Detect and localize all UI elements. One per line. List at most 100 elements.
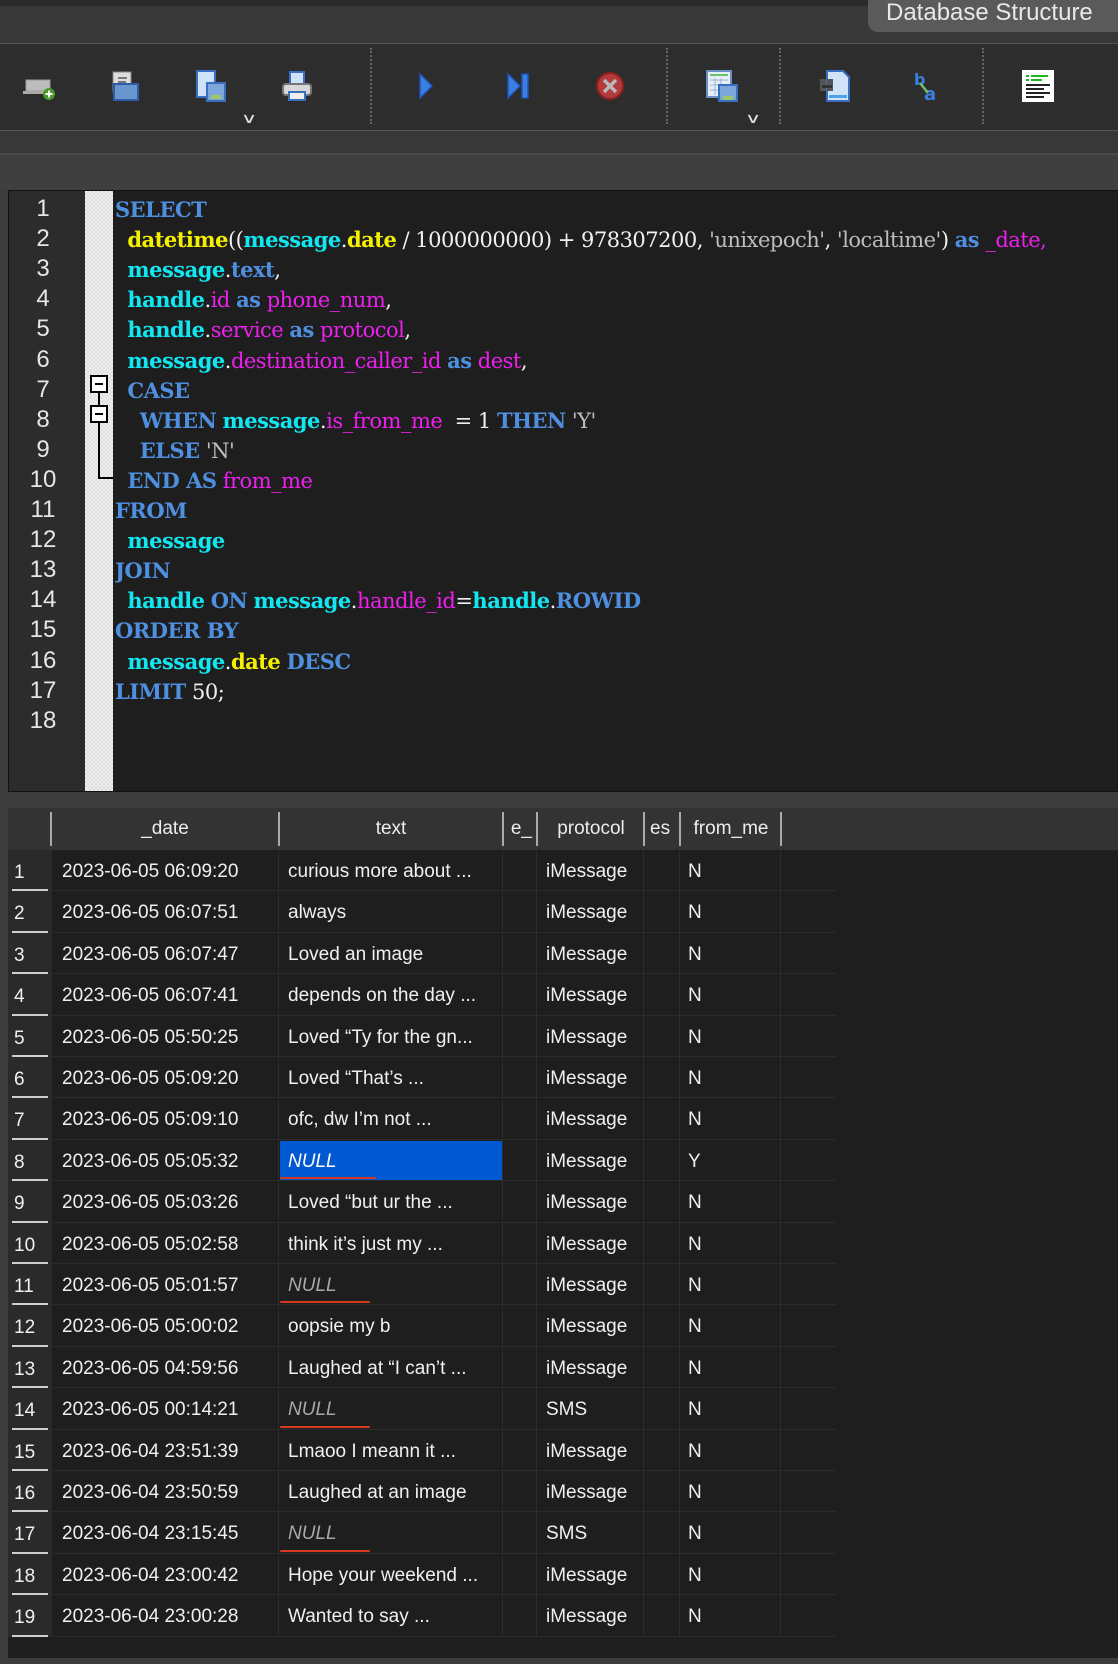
column-header-from-me[interactable]: from_me bbox=[681, 808, 781, 850]
cell-date[interactable]: 2023-06-05 05:01:57 bbox=[62, 1264, 274, 1305]
row-number[interactable]: 14 bbox=[8, 1388, 52, 1430]
comment-lines-button[interactable] bbox=[1020, 68, 1056, 104]
cell-date[interactable]: 2023-06-05 05:09:20 bbox=[62, 1057, 274, 1098]
cell-protocol[interactable]: iMessage bbox=[546, 933, 642, 974]
column-header-phone-num[interactable]: e_ bbox=[504, 808, 536, 850]
cell-from-me[interactable]: N bbox=[688, 1512, 778, 1553]
code-line[interactable]: WHEN message.is_from_me = 1 THEN 'Y' bbox=[115, 408, 597, 433]
cell-date[interactable]: 2023-06-04 23:50:59 bbox=[62, 1471, 274, 1512]
row-number[interactable]: 10 bbox=[8, 1222, 52, 1264]
cell-protocol[interactable]: iMessage bbox=[546, 1016, 642, 1057]
code-line[interactable]: ELSE 'N' bbox=[115, 438, 235, 463]
cell-protocol[interactable]: iMessage bbox=[546, 1057, 642, 1098]
cell-date[interactable]: 2023-06-05 05:50:25 bbox=[62, 1016, 274, 1057]
code-line[interactable]: CASE bbox=[115, 378, 190, 403]
row-number[interactable]: 16 bbox=[8, 1471, 52, 1513]
cell-from-me[interactable]: N bbox=[688, 1223, 778, 1264]
stop-execution-button[interactable] bbox=[592, 68, 628, 104]
execute-current-line-button[interactable] bbox=[501, 68, 537, 104]
open-sql-file-button[interactable] bbox=[107, 68, 143, 104]
cell-text[interactable]: always bbox=[288, 891, 500, 932]
cell-date[interactable]: 2023-06-05 05:09:10 bbox=[62, 1098, 274, 1139]
cell-date[interactable]: 2023-06-04 23:00:42 bbox=[62, 1554, 274, 1595]
save-results-dropdown-chevron-icon[interactable]: ∨ bbox=[745, 110, 761, 127]
cell-date[interactable]: 2023-06-05 06:07:47 bbox=[62, 933, 274, 974]
row-number[interactable]: 17 bbox=[8, 1512, 52, 1554]
cell-text[interactable]: Hope your weekend ... bbox=[288, 1554, 500, 1595]
code-line[interactable]: message.destination_caller_id as dest, bbox=[115, 348, 527, 373]
cell-date[interactable]: 2023-06-05 04:59:56 bbox=[62, 1347, 274, 1388]
cell-from-me[interactable]: N bbox=[688, 1347, 778, 1388]
cell-protocol[interactable]: iMessage bbox=[546, 1223, 642, 1264]
cell-text[interactable]: NULL bbox=[288, 1512, 500, 1553]
execute-all-button[interactable] bbox=[408, 68, 444, 104]
cell-protocol[interactable]: iMessage bbox=[546, 891, 642, 932]
cell-from-me[interactable]: N bbox=[688, 1181, 778, 1222]
row-number[interactable]: 4 bbox=[8, 974, 52, 1016]
cell-from-me[interactable]: N bbox=[688, 891, 778, 932]
code-line[interactable]: handle ON message.handle_id=handle.ROWID bbox=[115, 588, 641, 613]
row-number[interactable]: 13 bbox=[8, 1346, 52, 1389]
cell-protocol[interactable]: iMessage bbox=[546, 974, 642, 1015]
cell-from-me[interactable]: N bbox=[688, 974, 778, 1015]
cell-from-me[interactable]: N bbox=[688, 1595, 778, 1636]
cell-from-me[interactable]: N bbox=[688, 1016, 778, 1057]
fold-toggle-case[interactable] bbox=[90, 375, 108, 393]
row-number[interactable]: 5 bbox=[8, 1015, 52, 1057]
cell-text[interactable]: oopsie my b bbox=[288, 1305, 500, 1346]
cell-date[interactable]: 2023-06-05 06:07:41 bbox=[62, 974, 274, 1015]
cell-from-me[interactable]: N bbox=[688, 850, 778, 891]
cell-date[interactable]: 2023-06-04 23:51:39 bbox=[62, 1430, 274, 1471]
code-line[interactable]: SELECT bbox=[115, 197, 207, 222]
find-replace-button[interactable]: ba bbox=[910, 68, 946, 104]
cell-from-me[interactable]: N bbox=[688, 1057, 778, 1098]
code-line[interactable]: datetime((message.date / 1000000000) + 9… bbox=[115, 227, 1046, 252]
cell-text[interactable]: Loved “Ty for the gn... bbox=[288, 1016, 500, 1057]
column-header-dest[interactable]: es bbox=[645, 808, 679, 850]
cell-text[interactable]: Loved “That’s ... bbox=[288, 1057, 500, 1098]
code-area[interactable]: SELECT datetime((message.date / 10000000… bbox=[115, 191, 1118, 791]
cell-protocol[interactable]: iMessage bbox=[546, 1430, 642, 1471]
cell-text[interactable]: Laughed at an image bbox=[288, 1471, 500, 1512]
cell-date[interactable]: 2023-06-05 00:14:21 bbox=[62, 1388, 274, 1429]
row-number[interactable]: 18 bbox=[8, 1553, 52, 1596]
cell-text[interactable]: NULL bbox=[288, 1388, 500, 1429]
row-number[interactable]: 1 bbox=[8, 850, 52, 892]
row-number[interactable]: 8 bbox=[8, 1139, 52, 1182]
cell-protocol[interactable]: iMessage bbox=[546, 1471, 642, 1512]
row-number[interactable]: 19 bbox=[8, 1595, 52, 1637]
cell-protocol[interactable]: iMessage bbox=[546, 1554, 642, 1595]
cell-protocol[interactable]: iMessage bbox=[546, 1264, 642, 1305]
cell-text[interactable]: depends on the day ... bbox=[288, 974, 500, 1015]
row-number[interactable]: 2 bbox=[8, 891, 52, 933]
tab-database-structure[interactable]: Database Structure bbox=[868, 0, 1118, 32]
open-tab-button[interactable] bbox=[22, 68, 58, 104]
code-line[interactable]: JOIN bbox=[115, 558, 171, 583]
cell-text[interactable]: Laughed at “I can’t ... bbox=[288, 1347, 500, 1388]
sql-editor[interactable]: 1 2 3 4 5 6 7 8 9 10 11 12 13 14 15 16 17 18 SELECT datet… bbox=[8, 190, 1118, 792]
cell-date[interactable]: 2023-06-05 06:09:20 bbox=[62, 850, 274, 891]
cell-text[interactable]: think it’s just my ... bbox=[288, 1223, 500, 1264]
cell-protocol[interactable]: SMS bbox=[546, 1512, 642, 1553]
cell-protocol[interactable]: iMessage bbox=[546, 1098, 642, 1139]
cell-date[interactable]: 2023-06-05 05:03:26 bbox=[62, 1181, 274, 1222]
cell-from-me[interactable]: N bbox=[688, 1305, 778, 1346]
cell-text[interactable]: Loved an image bbox=[288, 933, 500, 974]
cell-protocol[interactable]: iMessage bbox=[546, 1595, 642, 1636]
cell-from-me[interactable]: N bbox=[688, 1388, 778, 1429]
column-header-text[interactable]: text bbox=[280, 808, 502, 850]
cell-protocol[interactable]: iMessage bbox=[546, 1140, 642, 1181]
cell-from-me[interactable]: N bbox=[688, 1471, 778, 1512]
row-number[interactable]: 7 bbox=[8, 1098, 52, 1140]
cell-protocol[interactable]: iMessage bbox=[546, 1305, 642, 1346]
cell-from-me[interactable]: N bbox=[688, 1098, 778, 1139]
cell-protocol[interactable]: iMessage bbox=[546, 1347, 642, 1388]
code-line[interactable]: handle.id as phone_num, bbox=[115, 287, 392, 312]
cell-date[interactable]: 2023-06-05 05:00:02 bbox=[62, 1305, 274, 1346]
cell-from-me[interactable]: N bbox=[688, 1430, 778, 1471]
cell-protocol[interactable]: iMessage bbox=[546, 1181, 642, 1222]
cell-from-me[interactable]: N bbox=[688, 933, 778, 974]
code-line[interactable]: message.date DESC bbox=[115, 649, 351, 674]
code-line[interactable]: END AS from_me bbox=[115, 468, 313, 493]
cell-date[interactable]: 2023-06-05 05:05:32 bbox=[62, 1140, 274, 1181]
